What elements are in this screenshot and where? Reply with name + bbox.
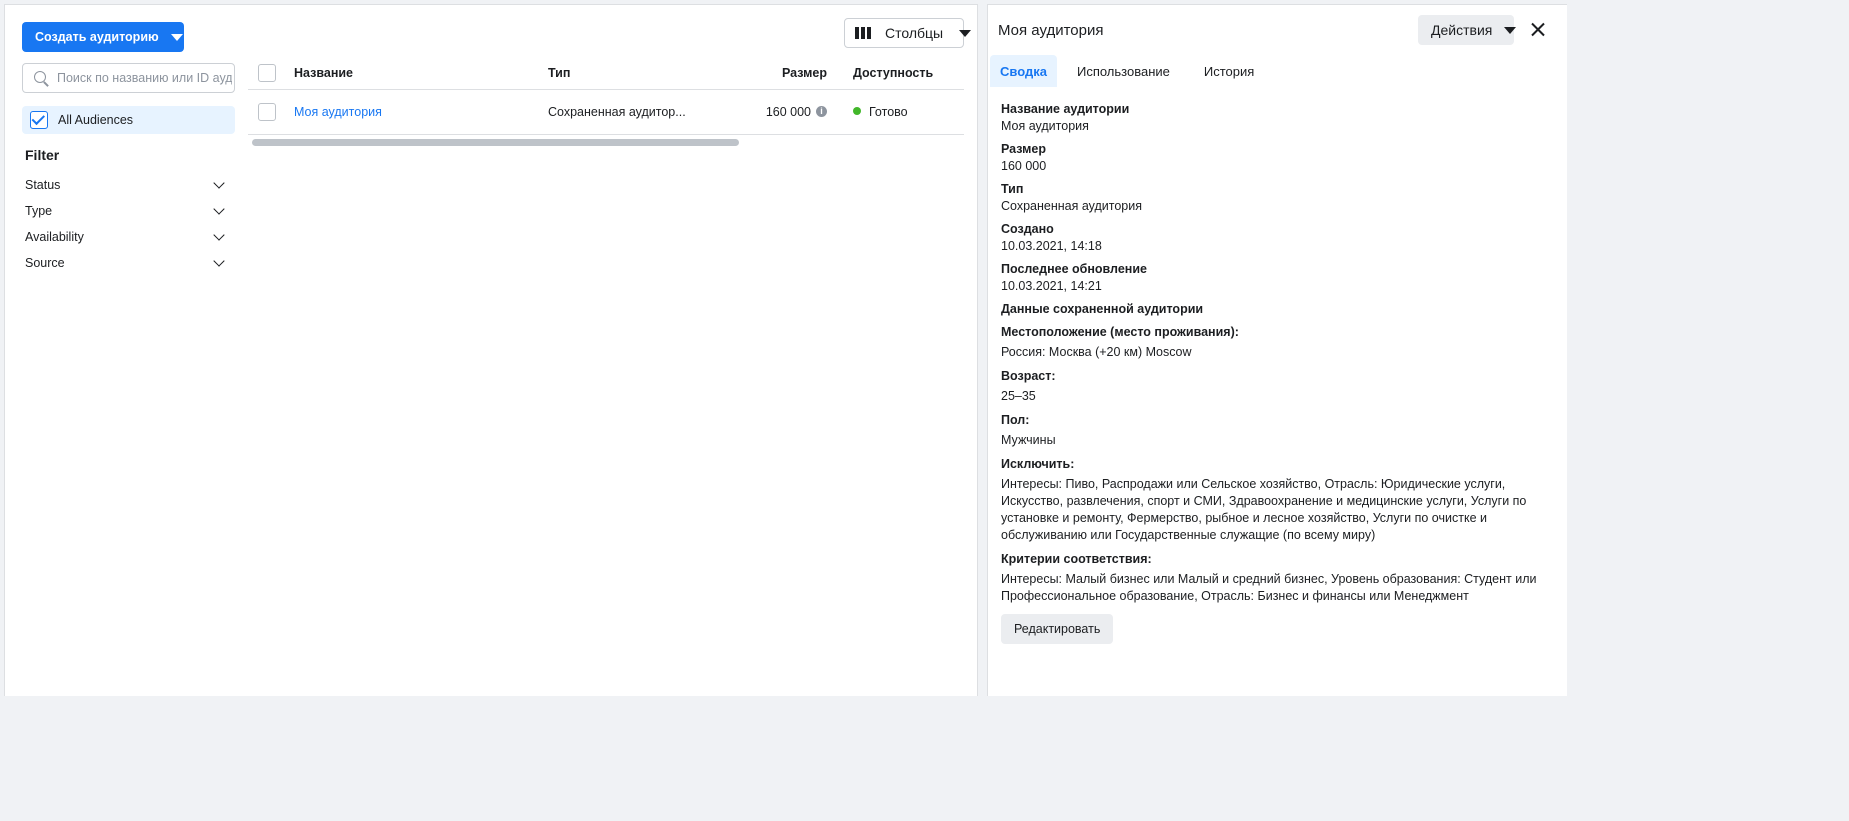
filter-type-label: Type xyxy=(25,204,53,218)
criteria-value: 25–35 xyxy=(1001,389,1036,403)
field-size: Размер 160 000 xyxy=(1001,141,1557,175)
search-icon xyxy=(33,70,49,86)
detail-summary: Название аудитории Моя аудитория Размер … xyxy=(1001,101,1557,644)
row-size: 160 000 i xyxy=(766,105,827,119)
select-all-checkbox[interactable] xyxy=(258,64,276,82)
header-availability[interactable]: Доступность xyxy=(853,66,933,80)
all-audiences-checkbox[interactable] xyxy=(30,111,48,129)
filter-status[interactable]: Status xyxy=(25,175,231,195)
row-checkbox[interactable] xyxy=(258,103,276,121)
criteria-label: Местоположение (место проживания): xyxy=(1001,325,1239,339)
horizontal-scrollbar[interactable] xyxy=(248,139,964,147)
actions-button[interactable]: Действия xyxy=(1418,15,1517,45)
actions-label: Действия xyxy=(1431,22,1493,38)
scrollbar-thumb[interactable] xyxy=(252,139,739,146)
field-label: Название аудитории xyxy=(1001,102,1130,116)
row-size-value: 160 000 xyxy=(765,105,811,119)
create-audience-label: Создать аудиторию xyxy=(35,30,159,44)
row-availability: Готово xyxy=(853,105,908,119)
criteria-exclude: Исключить: Интересы: Пиво, Распродажи ил… xyxy=(1001,456,1557,544)
detail-tabs: Сводка Использование История xyxy=(990,55,1266,87)
saved-audience-section-title: Данные сохраненной аудитории xyxy=(1001,302,1204,316)
field-value: 160 000 xyxy=(1001,159,1047,173)
audience-table: Название Тип Размер Доступность Моя ауди… xyxy=(248,57,964,135)
all-audiences-label: All Audiences xyxy=(58,113,134,127)
close-icon[interactable] xyxy=(1527,19,1549,41)
field-updated: Последнее обновление 10.03.2021, 14:21 xyxy=(1001,261,1557,295)
create-audience-button[interactable]: Создать аудиторию xyxy=(22,22,184,52)
field-label: Создано xyxy=(1001,222,1054,236)
row-name-link[interactable]: Моя аудитория xyxy=(294,105,382,119)
header-name[interactable]: Название xyxy=(294,66,353,80)
tab-summary[interactable]: Сводка xyxy=(990,55,1057,87)
criteria-value: Россия: Москва (+20 км) Moscow xyxy=(1001,345,1192,359)
tab-usage[interactable]: Использование xyxy=(1067,55,1180,87)
field-value: 10.03.2021, 14:18 xyxy=(1001,239,1102,253)
info-icon[interactable]: i xyxy=(816,106,827,117)
search-input[interactable] xyxy=(57,71,232,85)
field-audience-name: Название аудитории Моя аудитория xyxy=(1001,101,1557,135)
filter-status-label: Status xyxy=(25,178,61,192)
field-type: Тип Сохраненная аудитория xyxy=(1001,181,1557,215)
criteria-match: Критерии соответствия: Интересы: Малый б… xyxy=(1001,551,1557,605)
field-label: Последнее обновление xyxy=(1001,262,1147,276)
filter-source[interactable]: Source xyxy=(25,253,231,273)
check-icon xyxy=(31,111,46,125)
filter-availability-label: Availability xyxy=(25,230,84,244)
criteria-label: Исключить: xyxy=(1001,457,1075,471)
field-label: Размер xyxy=(1001,142,1047,156)
ready-status-dot xyxy=(853,107,861,115)
field-value: Сохраненная аудитория xyxy=(1001,199,1143,213)
edit-button[interactable]: Редактировать xyxy=(1001,614,1114,644)
row-type: Сохраненная аудитор... xyxy=(548,105,686,119)
tab-history[interactable]: История xyxy=(1194,55,1264,87)
criteria-value: Интересы: Малый бизнес или Малый и средн… xyxy=(1001,572,1537,603)
filter-type[interactable]: Type xyxy=(25,201,231,221)
criteria-value: Интересы: Пиво, Распродажи или Сельское … xyxy=(1001,477,1527,542)
field-value: 10.03.2021, 14:21 xyxy=(1001,279,1102,293)
field-label: Тип xyxy=(1001,182,1024,196)
filter-availability[interactable]: Availability xyxy=(25,227,231,247)
criteria-label: Пол: xyxy=(1001,413,1030,427)
field-value: Моя аудитория xyxy=(1001,119,1089,133)
criteria-age: Возраст: 25–35 xyxy=(1001,368,1557,405)
header-size[interactable]: Размер xyxy=(782,66,827,80)
detail-title: Моя аудитория xyxy=(998,22,1104,39)
caret-down-icon xyxy=(1504,26,1517,34)
filter-source-label: Source xyxy=(25,256,65,270)
filter-title: Filter xyxy=(25,147,60,163)
field-created: Создано 10.03.2021, 14:18 xyxy=(1001,221,1557,255)
search-box xyxy=(22,63,235,93)
criteria-label: Критерии соответствия: xyxy=(1001,552,1152,566)
columns-button[interactable]: Столбцы xyxy=(844,18,972,48)
caret-down-icon xyxy=(959,29,972,37)
table-header: Название Тип Размер Доступность xyxy=(248,57,964,90)
all-audiences-item[interactable]: All Audiences xyxy=(22,106,235,134)
criteria-gender: Пол: Мужчины xyxy=(1001,412,1557,449)
chevron-down-icon xyxy=(213,203,225,215)
criteria-value: Мужчины xyxy=(1001,433,1056,447)
chevron-down-icon xyxy=(213,255,225,267)
caret-down-icon xyxy=(170,33,183,41)
chevron-down-icon xyxy=(213,229,225,241)
table-row[interactable]: Моя аудитория Сохраненная аудитор... 160… xyxy=(248,90,964,135)
criteria-location: Местоположение (место проживания): Росси… xyxy=(1001,324,1557,361)
header-type[interactable]: Тип xyxy=(548,66,570,80)
row-availability-label: Готово xyxy=(869,105,908,119)
audience-detail-panel: Моя аудитория Действия Сводка Использова… xyxy=(987,4,1567,696)
columns-label: Столбцы xyxy=(885,25,944,41)
columns-icon xyxy=(855,27,871,39)
criteria-label: Возраст: xyxy=(1001,369,1056,383)
chevron-down-icon xyxy=(213,177,225,189)
